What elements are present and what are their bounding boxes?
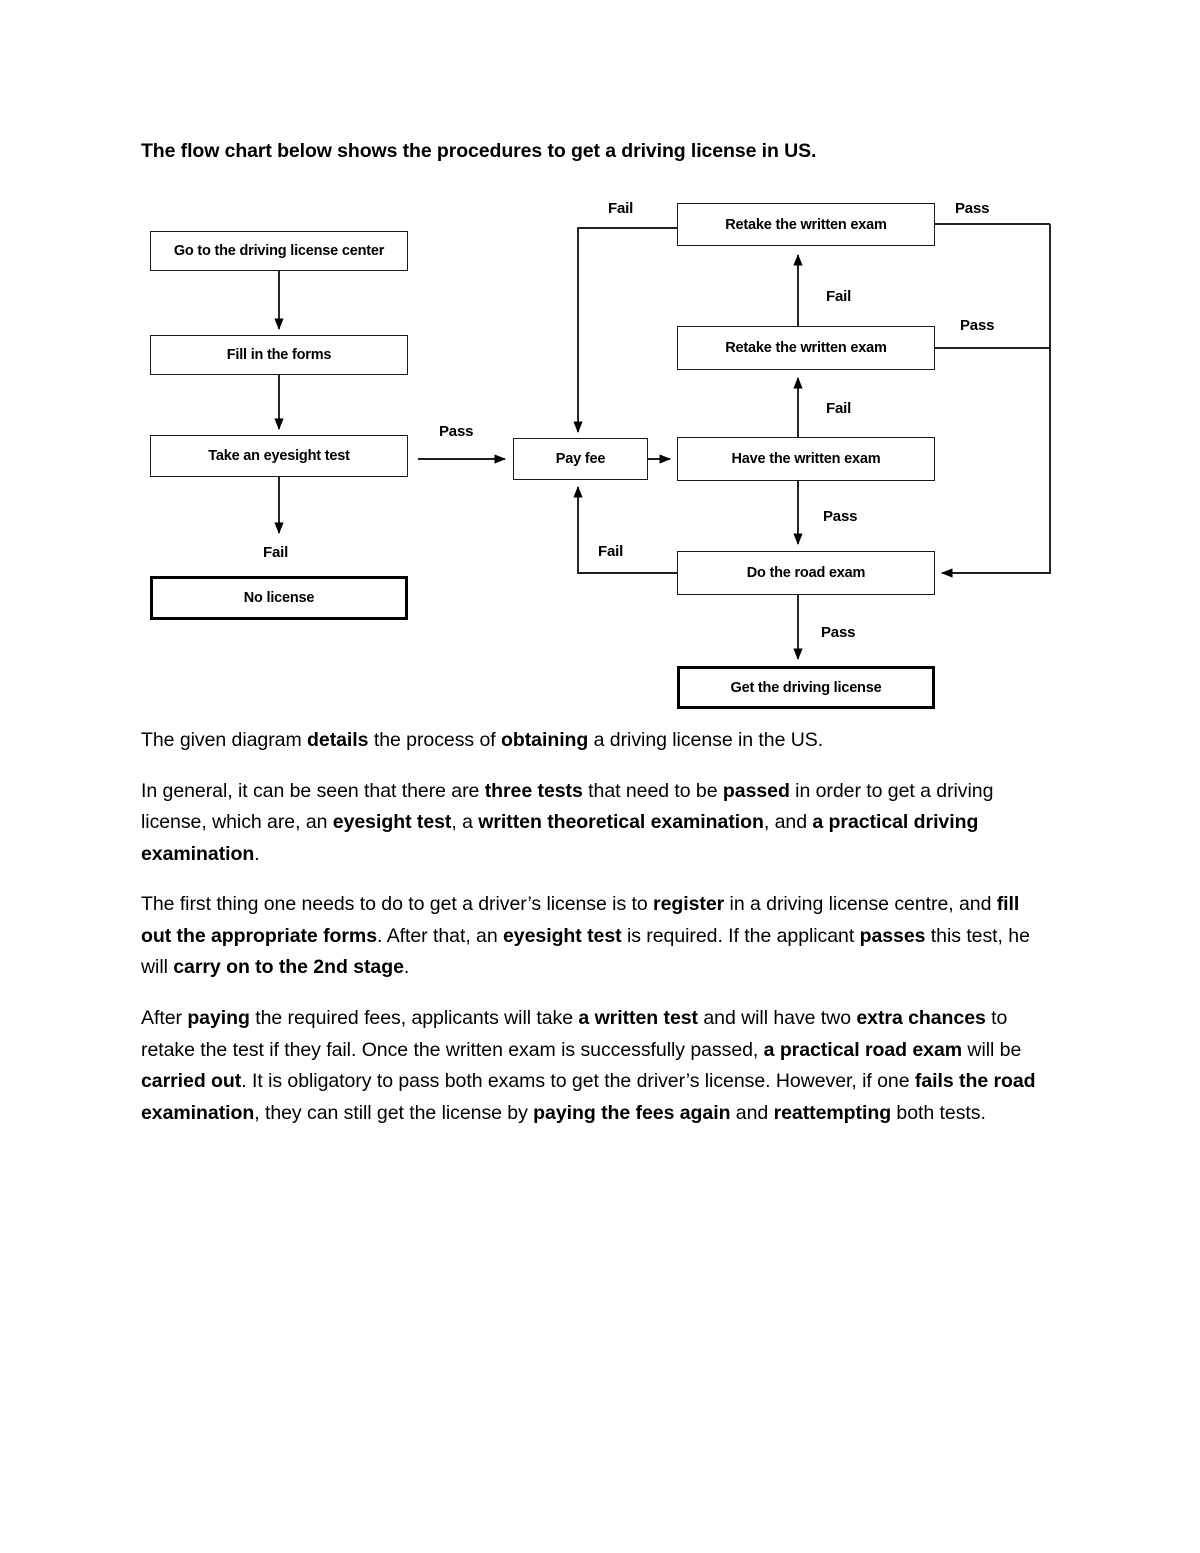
text-run: , and: [763, 811, 813, 834]
flow-edge-label-pass-written: Pass: [823, 508, 858, 525]
text-run-bold: details: [307, 729, 369, 751]
paragraph-p1: The given diagram details the process of…: [141, 725, 1041, 757]
flow-node-nolicense: No license: [150, 576, 408, 620]
flow-node-label: Retake the written exam: [725, 340, 887, 356]
flow-node-label: Have the written exam: [731, 451, 881, 467]
flow-node-label: Get the driving license: [730, 679, 882, 696]
flow-node-label: Fill in the forms: [226, 347, 332, 363]
text-run-bold: register: [653, 893, 725, 916]
text-run-bold: written theoretical examination: [478, 811, 764, 834]
text-run: the required fees, applicants will take: [249, 1007, 579, 1030]
text-run-bold: a written test: [578, 1007, 698, 1030]
text-run: is required. If the applicant: [621, 924, 860, 947]
flow-edge-label-fail-road: Fail: [598, 543, 624, 560]
text-run: the process of: [368, 729, 501, 751]
essay-body: The given diagram details the process of…: [141, 725, 1041, 1148]
text-run: and: [730, 1101, 774, 1124]
flow-node-label: Retake the written exam: [725, 216, 887, 233]
text-run: . After that, an: [377, 924, 504, 947]
text-run: will be: [962, 1038, 1022, 1061]
text-run: In general, it can be seen that there ar…: [141, 779, 485, 802]
flow-edge-label-fail-eyesight: Fail: [263, 544, 289, 561]
flow-node-label: Pay fee: [555, 451, 606, 467]
flow-node-retake2: Retake the written exam: [677, 203, 935, 246]
flow-edge-label-fail-written2: Fail: [826, 400, 852, 417]
text-run: , they can still get the license by: [254, 1101, 534, 1124]
text-run: in a driving license centre, and: [724, 893, 997, 916]
flow-edge-label-fail-retake2: Fail: [608, 200, 634, 217]
flow-node-roadexam: Do the road exam: [677, 551, 935, 595]
flow-node-payfee: Pay fee: [513, 438, 648, 480]
flow-edge-label-fail-written1: Fail: [826, 288, 852, 305]
text-run: that need to be: [582, 779, 723, 802]
flow-edge-label-pass-eyesight: Pass: [439, 423, 474, 440]
text-run: The given diagram: [141, 729, 308, 751]
flow-node-getlicense: Get the driving license: [677, 666, 935, 709]
flow-node-written: Have the written exam: [677, 437, 935, 481]
flow-node-eyesight: Take an eyesight test: [150, 435, 408, 477]
flow-node-center: Go to the driving license center: [150, 231, 408, 271]
text-run: , a: [451, 811, 479, 834]
flow-node-retake1: Retake the written exam: [677, 326, 935, 370]
flow-edge-label-pass-retake1: Pass: [960, 317, 995, 334]
text-run-bold: reattempting: [773, 1101, 892, 1124]
text-run-bold: carried out: [141, 1070, 242, 1093]
driving-license-flowchart: Go to the driving license center Fill in …: [0, 0, 1200, 709]
paragraph-p4: After paying the required fees, applican…: [141, 1003, 1041, 1129]
text-run: a driving license in the US.: [588, 729, 824, 751]
text-run: . It is obligatory to pass both exams to…: [241, 1070, 915, 1093]
text-run: After: [141, 1007, 188, 1030]
text-run: and will have two: [697, 1007, 857, 1030]
text-run-bold: a practical road exam: [763, 1038, 963, 1061]
text-run-bold: passes: [859, 924, 926, 947]
document-page: The flow chart below shows the procedure…: [0, 0, 1200, 1553]
text-run-bold: eyesight test: [503, 924, 622, 947]
text-run-bold: eyesight test: [332, 811, 452, 834]
text-run-bold: carry on to the 2nd stage: [173, 956, 404, 979]
flow-node-label: Take an eyesight test: [208, 448, 350, 464]
text-run: .: [403, 956, 410, 979]
flow-edge-label-pass-retake2: Pass: [955, 200, 990, 217]
text-run-bold: obtaining: [501, 729, 589, 751]
paragraph-p3: The first thing one needs to do to get a…: [141, 889, 1041, 984]
text-run: The first thing one needs to do to get a…: [141, 893, 654, 916]
flow-node-label: Go to the driving license center: [173, 243, 385, 259]
flow-node-forms: Fill in the forms: [150, 335, 408, 375]
paragraph-p2: In general, it can be seen that there ar…: [141, 776, 1041, 871]
text-run-bold: paying: [187, 1007, 250, 1030]
flow-node-label: No license: [243, 590, 315, 606]
text-run: both tests.: [891, 1101, 986, 1124]
text-run-bold: extra chances: [856, 1007, 986, 1030]
flow-edge-label-pass-road: Pass: [821, 624, 856, 641]
text-run-bold: passed: [722, 779, 790, 802]
text-run: .: [254, 842, 260, 865]
text-run-bold: paying the fees again: [533, 1101, 731, 1124]
flow-node-label: Do the road exam: [746, 565, 866, 581]
text-run-bold: three tests: [484, 779, 583, 802]
flowchart-connectors: [274, 223, 1051, 660]
